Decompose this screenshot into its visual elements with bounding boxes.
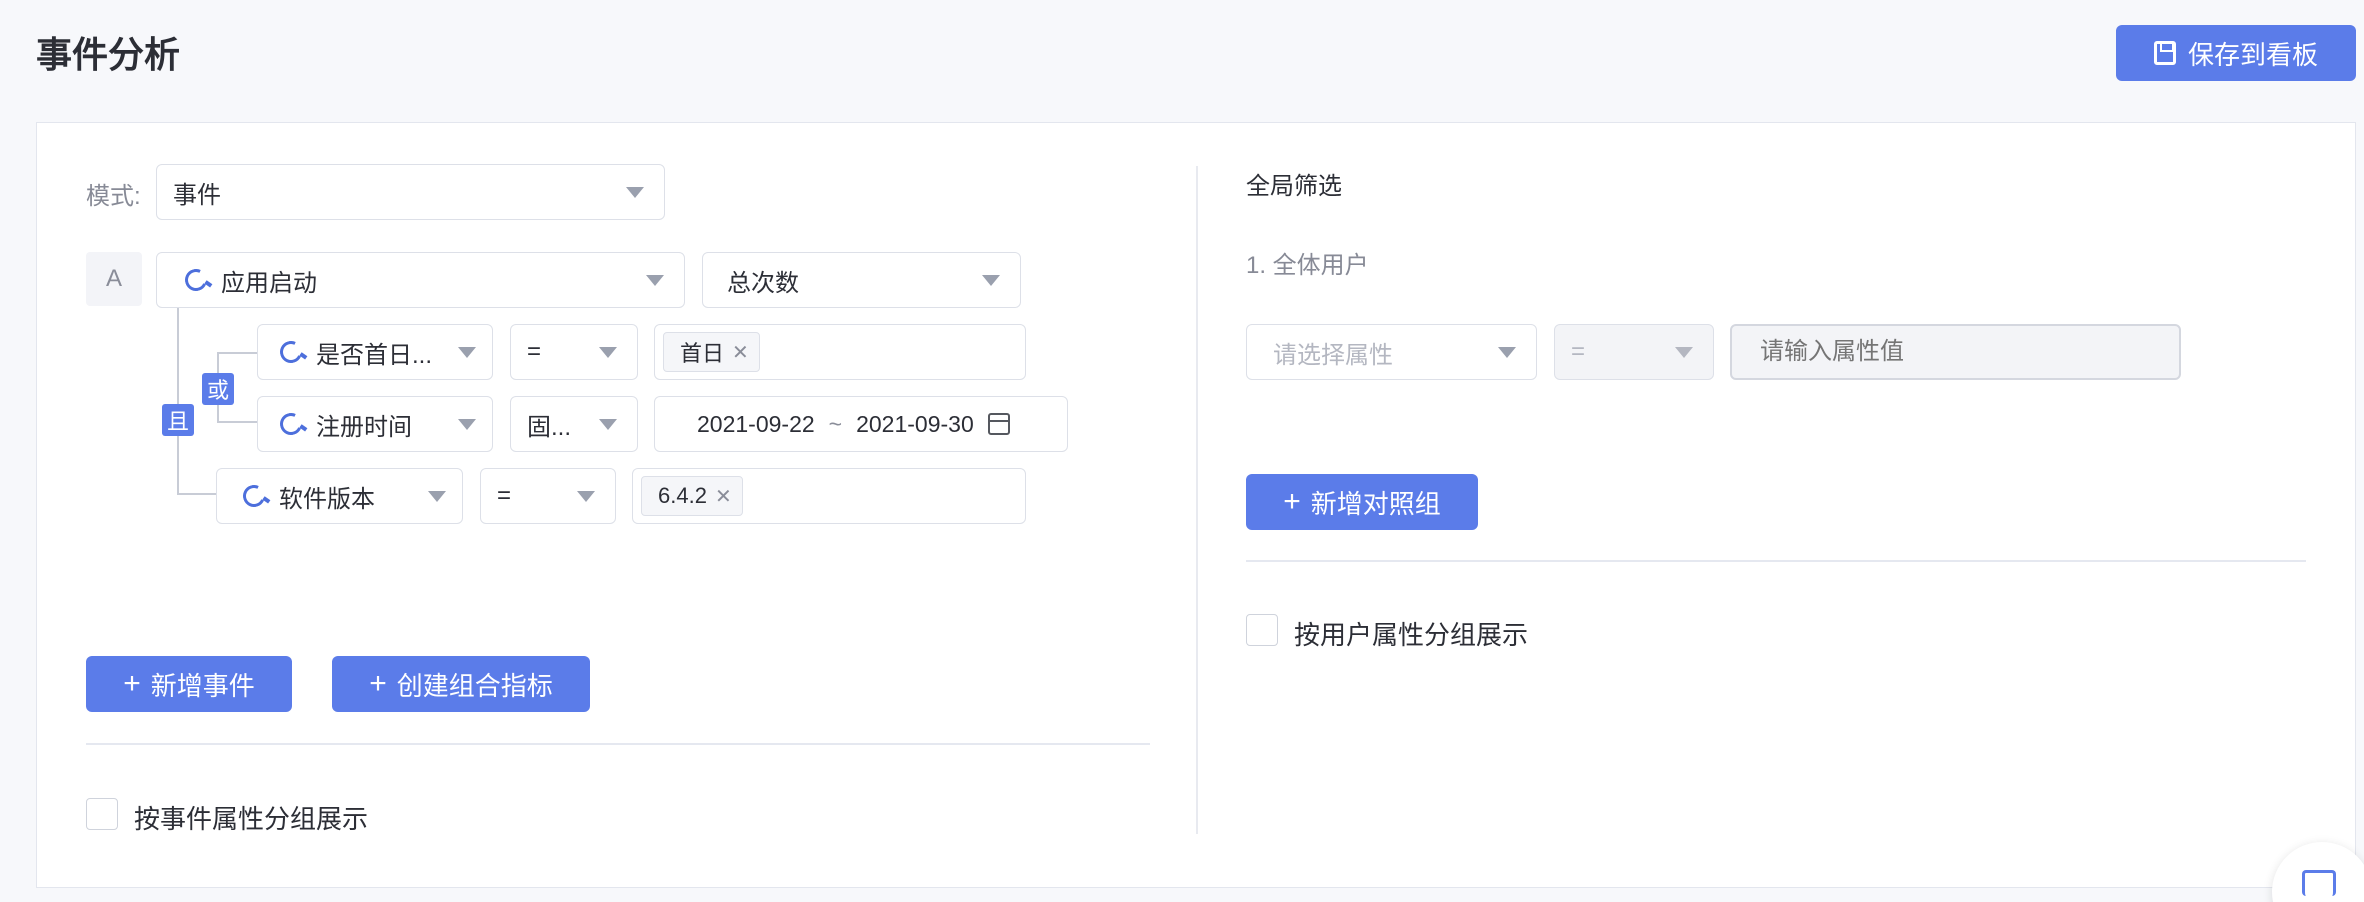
filter-operator: 固...: [527, 413, 572, 441]
metric-value: 总次数: [727, 269, 799, 297]
or-logic-toggle[interactable]: 或: [202, 373, 234, 405]
save-button-label: 保存到看板: [2187, 39, 2318, 70]
plus-icon: +: [1283, 485, 1301, 518]
group-by-user-label: 按用户属性分组展示: [1294, 620, 1529, 650]
chevron-down-icon: [458, 418, 476, 430]
filter-operator-select[interactable]: =: [510, 324, 638, 380]
close-icon[interactable]: ✕: [715, 484, 732, 509]
close-icon[interactable]: ✕: [732, 340, 749, 365]
create-metric-label: 创建组合指标: [396, 670, 553, 701]
section-divider: [86, 743, 1150, 745]
calendar-icon: [987, 413, 1010, 435]
operator-select[interactable]: =: [1554, 324, 1714, 380]
filter-property: 注册时间: [316, 413, 412, 441]
chevron-down-icon: [1498, 346, 1516, 358]
and-tree-line: [177, 308, 179, 494]
chevron-down-icon: [599, 418, 617, 430]
search-icon: [181, 265, 211, 295]
or-branch-line-2: [217, 421, 257, 423]
group-by-user-checkbox[interactable]: [1246, 614, 1278, 646]
section-divider: [1246, 560, 2306, 562]
chevron-down-icon: [458, 346, 476, 358]
panel-divider: [1196, 166, 1198, 834]
filter-property-select[interactable]: 注册时间: [257, 396, 493, 452]
metric-select[interactable]: 总次数: [702, 252, 1021, 308]
chevron-down-icon: [428, 490, 446, 502]
filter-operator: =: [527, 338, 542, 365]
event-name: 应用启动: [221, 269, 317, 297]
filter-operator-select[interactable]: =: [480, 468, 616, 524]
date-separator: ~: [828, 410, 843, 437]
group-by-event-checkbox[interactable]: [86, 798, 118, 830]
filter-property: 是否首日...: [316, 341, 433, 369]
search-icon: [276, 337, 306, 367]
page-title: 事件分析: [36, 34, 181, 75]
filter-property-select[interactable]: 是否首日...: [257, 324, 493, 380]
event-select[interactable]: 应用启动: [156, 252, 685, 308]
mode-value: 事件: [173, 181, 221, 209]
date-range-picker[interactable]: 2021-09-22 ~ 2021-09-30: [654, 396, 1068, 452]
tag-label: 6.4.2: [658, 483, 707, 508]
save-icon: [2153, 41, 2176, 65]
or-branch-line-1: [217, 352, 257, 354]
date-end: 2021-09-30: [856, 410, 974, 437]
mode-select[interactable]: 事件: [156, 164, 665, 220]
chevron-down-icon: [577, 490, 595, 502]
filter-value-box[interactable]: 6.4.2 ✕: [632, 468, 1026, 524]
mode-label: 模式:: [86, 183, 141, 210]
plus-icon: +: [123, 667, 141, 700]
chevron-down-icon: [1675, 346, 1693, 358]
property-select[interactable]: 请选择属性: [1246, 324, 1537, 380]
create-combined-metric-button[interactable]: + 创建组合指标: [332, 656, 590, 712]
property-value-input[interactable]: [1730, 324, 2181, 380]
search-icon: [239, 481, 269, 511]
filter-property: 软件版本: [279, 485, 375, 513]
add-event-button[interactable]: + 新增事件: [86, 656, 292, 712]
chevron-down-icon: [599, 346, 617, 358]
save-to-dashboard-button[interactable]: 保存到看板: [2116, 25, 2356, 81]
plus-icon: +: [369, 667, 387, 700]
search-icon: [276, 409, 306, 439]
add-event-label: 新增事件: [150, 670, 255, 701]
filter-property-select[interactable]: 软件版本: [216, 468, 463, 524]
group-by-event-label: 按事件属性分组展示: [134, 804, 369, 834]
value-tag: 首日 ✕: [663, 332, 760, 372]
date-start: 2021-09-22: [697, 410, 815, 437]
chevron-down-icon: [646, 274, 664, 286]
service-icon: [2302, 870, 2336, 896]
chevron-down-icon: [626, 186, 644, 198]
add-control-group-button[interactable]: + 新增对照组: [1246, 474, 1478, 530]
operator-value: =: [1571, 338, 1586, 365]
filter-value-box[interactable]: 首日 ✕: [654, 324, 1026, 380]
event-badge: A: [86, 252, 142, 306]
and-branch-line: [177, 493, 217, 495]
tag-label: 首日: [680, 341, 725, 366]
global-filter-title: 全局筛选: [1246, 173, 1342, 200]
add-group-label: 新增对照组: [1310, 488, 1441, 519]
and-logic-toggle[interactable]: 且: [162, 404, 194, 436]
chevron-down-icon: [982, 274, 1000, 286]
filter-operator-select[interactable]: 固...: [510, 396, 638, 452]
value-tag: 6.4.2 ✕: [641, 476, 743, 516]
property-placeholder: 请选择属性: [1273, 341, 1393, 369]
filter-operator: =: [497, 482, 512, 509]
group-item-label: 1. 全体用户: [1246, 252, 1369, 279]
